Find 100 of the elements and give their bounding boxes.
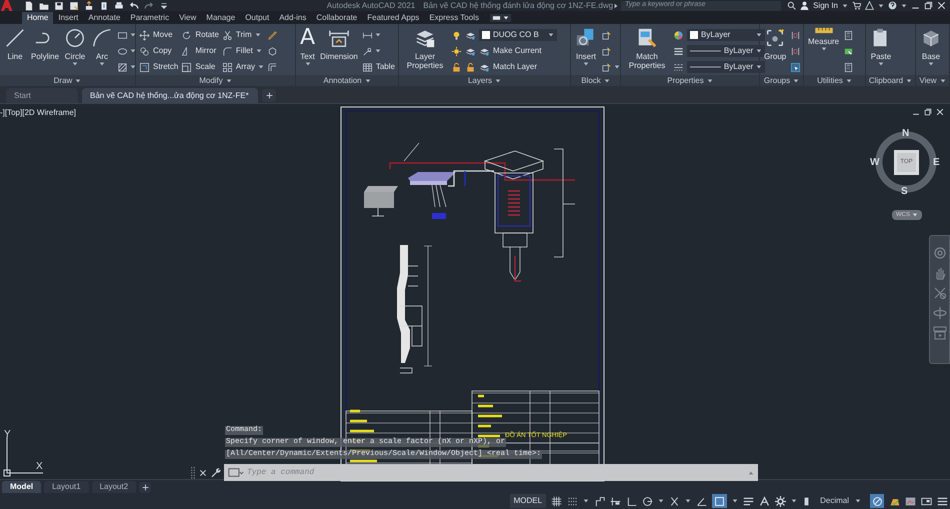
caret-icon[interactable] <box>793 78 800 84</box>
layout-tab[interactable]: Layout2 <box>92 481 136 493</box>
caret-icon[interactable] <box>820 46 827 52</box>
command-input-field[interactable]: Type a command <box>247 465 745 480</box>
close-icon[interactable] <box>199 468 207 476</box>
caret-icon[interactable] <box>613 2 620 8</box>
ribbon-button[interactable]: Polyline <box>30 27 60 61</box>
ribbon-button[interactable]: Scale <box>181 60 219 74</box>
grid-icon[interactable] <box>551 496 562 506</box>
dropdown-field[interactable]: ByLayer <box>687 61 765 73</box>
caret-icon[interactable] <box>256 48 262 54</box>
units-dropdown[interactable]: Decimal <box>816 494 865 508</box>
caret-icon[interactable] <box>75 78 82 84</box>
ribbon-button[interactable]: Rotate <box>181 28 219 42</box>
ribbon-button[interactable]: Copy <box>139 44 178 58</box>
gear-icon[interactable] <box>775 496 786 506</box>
ribbon-tab[interactable]: Parametric <box>125 12 174 24</box>
ribbon-button[interactable]: Group <box>763 27 788 61</box>
restore-icon[interactable] <box>924 108 932 116</box>
caret-icon[interactable] <box>878 61 884 67</box>
cart-icon[interactable] <box>852 1 861 10</box>
caret-icon[interactable] <box>846 78 852 84</box>
caret-icon[interactable] <box>502 15 509 21</box>
isometric-icon[interactable] <box>594 496 606 506</box>
restore-icon[interactable] <box>924 1 933 10</box>
sign-in-link[interactable]: Sign In <box>813 0 838 12</box>
ribbon-tab[interactable]: Add-ins <box>274 12 312 24</box>
fullscreen-icon[interactable] <box>921 496 932 506</box>
icon-button[interactable] <box>451 44 462 58</box>
caret-icon[interactable] <box>583 498 590 504</box>
ribbon-button[interactable]: Array <box>222 60 264 74</box>
caret-icon[interactable] <box>706 78 713 84</box>
caret-icon[interactable] <box>756 32 762 38</box>
icon-button[interactable] <box>843 28 854 42</box>
panel-toggle-button[interactable] <box>490 14 511 22</box>
upload-icon[interactable] <box>84 0 94 10</box>
ribbon-tab[interactable]: Express Tools <box>424 12 484 24</box>
caret-icon[interactable] <box>878 2 884 8</box>
caret-icon[interactable] <box>614 64 620 70</box>
snap-icon[interactable] <box>567 496 578 506</box>
caret-icon[interactable] <box>791 498 798 504</box>
ribbon-tab[interactable]: Annotate <box>83 12 126 24</box>
caret-icon[interactable] <box>374 48 381 54</box>
ribbon-button[interactable]: Arc <box>90 27 114 67</box>
user-icon[interactable] <box>800 1 810 10</box>
ribbon-button[interactable]: Fillet <box>222 44 264 58</box>
caret-icon[interactable] <box>842 2 848 8</box>
caret-icon[interactable] <box>756 64 762 70</box>
caret-icon[interactable] <box>304 61 311 67</box>
annotation-scale-icon[interactable] <box>759 496 770 506</box>
ribbon-button[interactable]: Move <box>139 28 178 42</box>
undo-icon[interactable] <box>129 0 139 10</box>
caret-icon[interactable] <box>548 32 554 38</box>
caret-icon[interactable] <box>732 498 738 504</box>
ribbon-button[interactable]: Match Layer <box>479 60 557 74</box>
caret-icon[interactable] <box>685 498 692 504</box>
icon-button[interactable] <box>843 60 854 74</box>
ortho-icon[interactable] <box>626 496 638 506</box>
model-space-button[interactable]: MODEL <box>510 494 546 508</box>
graphics-icon[interactable] <box>905 496 916 506</box>
ribbon-tab[interactable]: Output <box>240 12 274 24</box>
help-icon[interactable] <box>888 1 897 10</box>
caret-icon[interactable] <box>906 78 912 84</box>
save-icon[interactable] <box>54 0 64 10</box>
caret-icon[interactable] <box>658 498 664 504</box>
dropdown-field[interactable]: ByLayer <box>687 29 765 41</box>
icon-button[interactable] <box>451 60 462 74</box>
caret-icon[interactable] <box>226 78 232 84</box>
ribbon-button[interactable]: Match Properties <box>624 27 670 70</box>
icon-button[interactable] <box>790 60 802 74</box>
redo-icon[interactable] <box>144 0 154 10</box>
dropdown-field[interactable]: DUOG CO B <box>479 29 557 41</box>
ribbon-button[interactable]: Make Current <box>479 44 557 58</box>
caret-icon[interactable] <box>130 32 136 38</box>
customize-icon[interactable] <box>159 0 169 10</box>
lineweight-icon[interactable] <box>743 496 754 506</box>
layout-tab[interactable]: Model <box>2 481 42 493</box>
new-tab-button[interactable] <box>262 89 276 102</box>
ribbon-button[interactable]: Line <box>3 27 27 61</box>
polar-icon[interactable] <box>642 496 654 506</box>
icon-button[interactable] <box>465 60 476 74</box>
caret-icon[interactable] <box>928 61 934 67</box>
search-icon[interactable] <box>787 1 796 10</box>
caret-icon[interactable] <box>258 64 264 70</box>
ribbon-button[interactable]: Table <box>362 60 395 74</box>
selection-cycling-button[interactable] <box>712 494 728 508</box>
caret-icon[interactable] <box>756 48 762 54</box>
dropdown-field[interactable]: ByLayer <box>687 45 765 57</box>
angle-icon[interactable] <box>696 496 708 506</box>
units-icon[interactable] <box>802 496 812 506</box>
caret-icon[interactable] <box>604 78 610 84</box>
caret-icon[interactable] <box>130 48 136 54</box>
ribbon-tab[interactable]: View <box>174 12 202 24</box>
ribbon-button[interactable]: Base <box>919 27 943 67</box>
file-tab[interactable]: Bản vẽ CAD hệ thống...ửa động cơ 1NZ-FE* <box>82 88 258 103</box>
command-bar[interactable]: Type a command <box>224 464 758 481</box>
caret-icon[interactable] <box>72 61 78 67</box>
ribbon-button[interactable]: Measure <box>807 27 840 52</box>
caret-icon[interactable] <box>901 2 907 8</box>
ribbon-tab[interactable]: Insert <box>53 12 84 24</box>
